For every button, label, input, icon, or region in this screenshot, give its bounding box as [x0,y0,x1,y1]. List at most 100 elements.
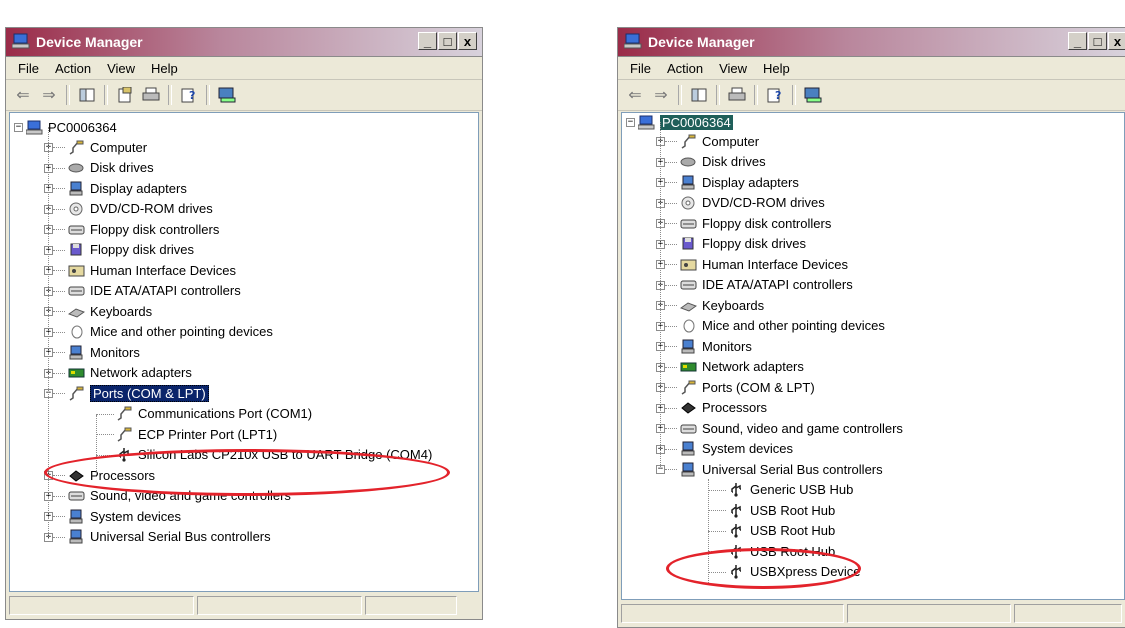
forward-arrow-icon[interactable]: ⇒ [650,84,672,106]
menu-view[interactable]: View [711,61,755,76]
toolbar-separator [104,85,108,105]
minimize-button[interactable]: _ [1068,32,1087,50]
toolbar: ⇐ ⇒ ? [618,80,1125,111]
back-arrow-icon[interactable]: ⇐ [624,84,646,106]
device-tree[interactable]: − PC0006364 + Computer + Disk drives + Displa… [621,112,1125,600]
tree-category[interactable]: + IDE ATA/ATAPI controllers [44,281,241,301]
menu-action[interactable]: Action [659,61,711,76]
collapse-icon[interactable]: − [14,122,23,132]
tree-device[interactable]: ECP Printer Port (LPT1) [96,424,277,444]
tree-category[interactable]: + Mice and other pointing devices [44,322,273,342]
tree-category[interactable]: + Mice and other pointing devices [656,316,885,336]
tree-category[interactable]: + System devices [44,506,181,526]
tree-connector [53,516,65,517]
tree-item-label: Keyboards [702,297,765,313]
svg-text:?: ? [775,89,781,102]
help-icon[interactable]: ? [178,84,200,106]
tree-category[interactable]: + System devices [656,439,793,459]
tree-category[interactable]: + DVD/CD-ROM drives [656,193,825,213]
tree-connector [53,188,65,189]
dvd-icon [681,196,695,210]
properties-icon[interactable] [114,84,136,106]
tree-item-label: Universal Serial Bus controllers [702,461,883,477]
status-cell [9,596,194,615]
collapse-icon[interactable]: − [626,117,635,127]
menu-help[interactable]: Help [143,61,186,76]
tree-category[interactable]: − Ports (COM & LPT) [44,383,209,403]
scan-hardware-icon[interactable] [216,84,238,106]
tree-category[interactable]: + Computer [44,137,147,157]
tree-category[interactable]: + Floppy disk drives [656,234,806,254]
tree-category[interactable]: + Floppy disk controllers [656,213,831,233]
menu-bar: File Action View Help [6,57,482,80]
tree-device[interactable]: USB Root Hub [708,500,835,520]
title-bar[interactable]: Device Manager _ □ x [618,28,1125,57]
maximize-button[interactable]: □ [1088,32,1107,50]
tree-category[interactable]: − Universal Serial Bus controllers [656,459,883,479]
device-icon [681,441,695,456]
menu-file[interactable]: File [622,61,659,76]
close-button[interactable]: x [458,32,477,50]
menu-help[interactable]: Help [755,61,798,76]
tree-category[interactable]: + Universal Serial Bus controllers [44,527,271,547]
minimize-button[interactable]: _ [418,32,437,50]
tree-connector [665,264,677,265]
tree-category[interactable]: + Monitors [44,342,140,362]
keyboard-icon [680,301,697,312]
tree-connector [96,413,114,415]
tree-category[interactable]: + Disk drives [44,158,154,178]
menu-action[interactable]: Action [47,61,99,76]
tree-item-label: Mice and other pointing devices [702,318,885,333]
show-hide-tree-icon[interactable] [688,84,710,106]
tree-category[interactable]: + Display adapters [656,172,799,192]
tree-item-label: Sound, video and game controllers [702,420,903,436]
status-cell [847,604,1012,623]
tree-category[interactable]: + Keyboards [44,301,152,321]
device-tree[interactable]: − PC0006364 + Computer + Disk drives + Displa… [9,112,479,592]
tree-connector [53,208,65,210]
tree-category[interactable]: + Computer [656,131,759,151]
tree-category[interactable]: + Human Interface Devices [656,254,848,274]
print-icon[interactable] [140,84,162,106]
tree-root[interactable]: − PC0006364 [14,117,117,137]
keyboard-icon [68,307,85,318]
tree-category[interactable]: + Display adapters [44,178,187,198]
tree-category[interactable]: + Sound, video and game controllers [656,418,903,438]
tree-root[interactable]: − PC0006364 [626,113,733,132]
tree-connector [708,510,726,511]
tree-category[interactable]: + Floppy disk controllers [44,219,219,239]
tree-category[interactable]: + Floppy disk drives [44,240,194,260]
tree-item-label: Disk drives [702,154,766,169]
forward-arrow-icon[interactable]: ⇒ [38,84,60,106]
tree-category[interactable]: + Keyboards [656,295,765,315]
tree-category[interactable]: + Disk drives [656,152,766,172]
tree-category[interactable]: + Processors [656,398,767,418]
hid-icon [68,265,85,276]
tree-category[interactable]: + Ports (COM & LPT) [656,377,815,397]
help-icon[interactable]: ? [764,84,786,106]
close-button[interactable]: x [1108,32,1125,50]
tree-category[interactable]: + IDE ATA/ATAPI controllers [656,275,853,295]
tree-item-label: Generic USB Hub [750,482,854,497]
tree-category[interactable]: + Human Interface Devices [44,260,236,280]
back-arrow-icon[interactable]: ⇐ [12,84,34,106]
scan-hardware-icon[interactable] [802,84,824,106]
tree-device[interactable]: Generic USB Hub [708,480,854,500]
root-label: PC0006364 [48,119,117,135]
tree-category[interactable]: + Monitors [656,336,752,356]
maximize-button[interactable]: □ [438,32,457,50]
menu-view[interactable]: View [99,61,143,76]
tree-device[interactable]: USB Root Hub [708,521,835,541]
show-hide-tree-icon[interactable] [76,84,98,106]
tree-category[interactable]: + Network adapters [44,363,192,383]
tree-connector [708,530,726,532]
tree-device[interactable]: Communications Port (COM1) [96,404,312,424]
tree-category[interactable]: + DVD/CD-ROM drives [44,199,213,219]
tree-item-label: Human Interface Devices [90,262,236,278]
menu-file[interactable]: File [10,61,47,76]
title-bar[interactable]: Device Manager _ □ x [6,28,482,57]
tree-category[interactable]: + Network adapters [656,357,804,377]
tree-connector [53,495,65,497]
print-icon[interactable] [726,84,748,106]
tree-connector [665,428,677,429]
